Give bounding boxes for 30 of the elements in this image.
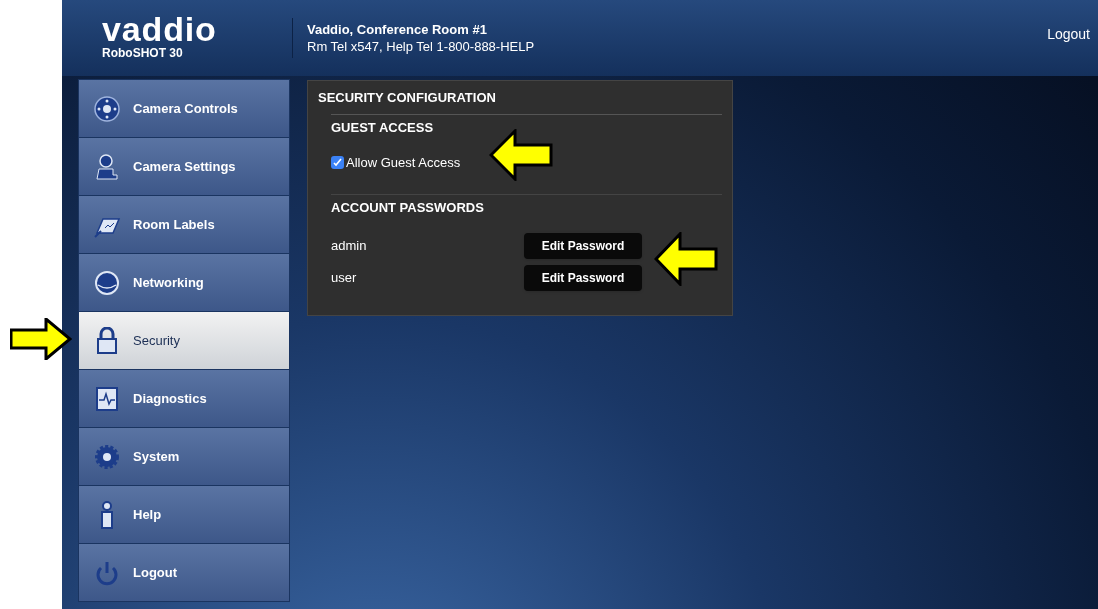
checkbox[interactable] — [331, 155, 344, 169]
sidebar-item[interactable]: Diagnostics — [79, 370, 289, 427]
sidebar-item[interactable]: Logout — [79, 544, 289, 601]
account-name: user — [331, 269, 358, 288]
sidebar-item[interactable]: Security — [79, 312, 289, 369]
account-name: admin — [331, 237, 368, 256]
globe-icon — [93, 268, 121, 297]
checkbox-label: Allow Guest Access — [346, 153, 461, 172]
edit-password-button[interactable]: Edit Password — [524, 233, 642, 259]
room-name: Vaddio, Conference Room #1 — [307, 21, 488, 38]
callout-arrow — [489, 129, 553, 181]
pulse-icon — [93, 384, 121, 413]
sidebar-item[interactable]: System — [79, 428, 289, 485]
sidebar-item[interactable]: Networking — [79, 254, 289, 311]
logo: vaddio — [102, 14, 218, 44]
edit-password-button[interactable]: Edit Password — [524, 265, 642, 291]
logout-link[interactable]: Logout — [1047, 24, 1098, 45]
joystick-icon — [93, 94, 121, 123]
room-phone: Rm Tel x547, Help Tel 1-800-888-HELP — [307, 38, 536, 55]
info-icon — [101, 500, 113, 529]
model-name: RoboSHOT 30 — [102, 45, 184, 62]
sidebar-item[interactable]: Camera Settings — [79, 138, 289, 195]
sidebar-item[interactable]: Room Labels — [79, 196, 289, 253]
camera-icon — [93, 152, 121, 181]
panel-title: SECURITY CONFIGURATION — [318, 89, 497, 107]
sidebar-item[interactable]: Help — [79, 486, 289, 543]
sidebar-item[interactable]: Camera Controls — [79, 80, 289, 137]
callout-arrow — [10, 318, 72, 360]
gear-icon — [93, 442, 121, 471]
callout-arrow — [654, 232, 718, 286]
